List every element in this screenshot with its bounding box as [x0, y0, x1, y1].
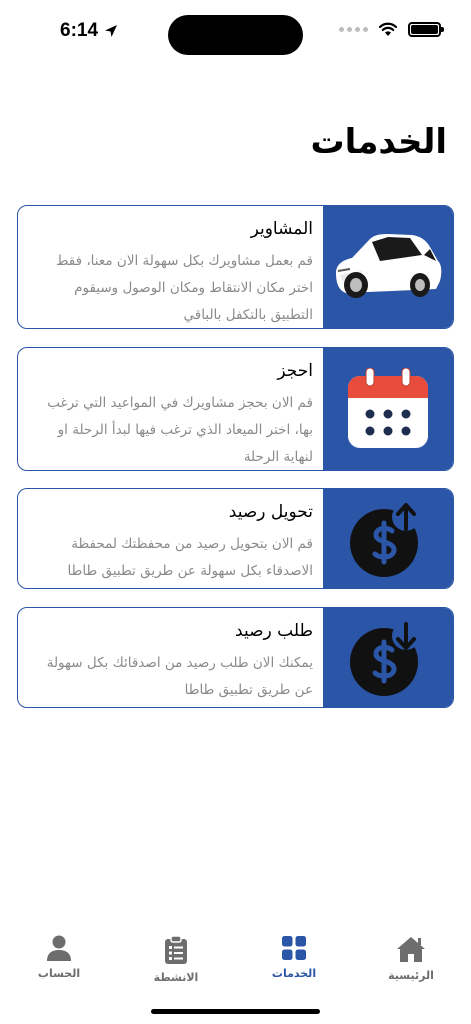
dynamic-island [168, 15, 303, 55]
location-arrow-icon [105, 25, 118, 37]
card-text: احجز قم الان بحجز مشاويرك في المواعيد ال… [18, 348, 323, 470]
page-title: الخدمات [310, 122, 447, 162]
status-time: 6:14 [60, 20, 118, 42]
dollar-download-icon [350, 621, 420, 696]
tab-home[interactable]: الرئيسية [366, 935, 456, 982]
card-title: تحويل رصيد [228, 502, 313, 522]
card-icon-panel [323, 608, 453, 707]
calendar-icon [348, 368, 428, 448]
tab-label: الخدمات [271, 967, 317, 980]
tab-account[interactable]: الحساب [14, 935, 104, 980]
tab-label: الانشطة [153, 971, 199, 984]
card-icon-panel [323, 206, 453, 328]
card-text: المشاوير قم بعمل مشاويرك بكل سهولة الان … [18, 206, 323, 328]
grid-icon [282, 936, 306, 960]
card-title: المشاوير [250, 219, 313, 239]
card-icon-panel [323, 348, 453, 470]
wifi-icon [378, 22, 398, 36]
battery-icon [408, 22, 444, 37]
card-text: طلب رصيد يمكنك الان طلب رصيد من اصدقائك … [18, 608, 323, 707]
home-indicator [151, 1009, 320, 1014]
card-description: قم بعمل مشاويرك بكل سهولة الان معنا، فقط… [55, 253, 313, 323]
card-title: طلب رصيد [235, 621, 313, 641]
service-card-transfer-balance[interactable]: تحويل رصيد قم الان بتحويل رصيد من محفظتك… [17, 488, 454, 589]
card-description: قم الان بحجز مشاويرك في المواعيد التي تر… [47, 395, 313, 465]
card-text: تحويل رصيد قم الان بتحويل رصيد من محفظتك… [18, 489, 323, 588]
card-icon-panel [323, 489, 453, 588]
card-title: احجز [277, 361, 313, 381]
service-card-booking[interactable]: احجز قم الان بحجز مشاويرك في المواعيد ال… [17, 347, 454, 471]
clipboard-icon [165, 935, 187, 964]
car-icon [336, 234, 442, 298]
cellular-signal-icon [339, 27, 368, 32]
bottom-tab-bar: الرئيسية الخدمات الانشطة الحساب [0, 925, 471, 1005]
tab-activities[interactable]: الانشطة [131, 935, 221, 984]
status-indicators [339, 22, 444, 37]
tab-label: الرئيسية [388, 969, 434, 982]
clock-text: 6:14 [60, 20, 99, 41]
home-icon [397, 937, 425, 962]
tab-label: الحساب [37, 967, 81, 980]
service-card-trips[interactable]: المشاوير قم بعمل مشاويرك بكل سهولة الان … [17, 205, 454, 329]
card-description: قم الان بتحويل رصيد من محفظتك لمحفظة الا… [67, 536, 313, 579]
person-icon [47, 935, 71, 961]
dollar-upload-icon [350, 502, 420, 577]
status-bar: 6:14 [0, 0, 471, 70]
tab-services[interactable]: الخدمات [249, 935, 339, 980]
card-description: يمكنك الان طلب رصيد من اصدقائك بكل سهولة… [46, 655, 313, 698]
service-card-request-balance[interactable]: طلب رصيد يمكنك الان طلب رصيد من اصدقائك … [17, 607, 454, 708]
